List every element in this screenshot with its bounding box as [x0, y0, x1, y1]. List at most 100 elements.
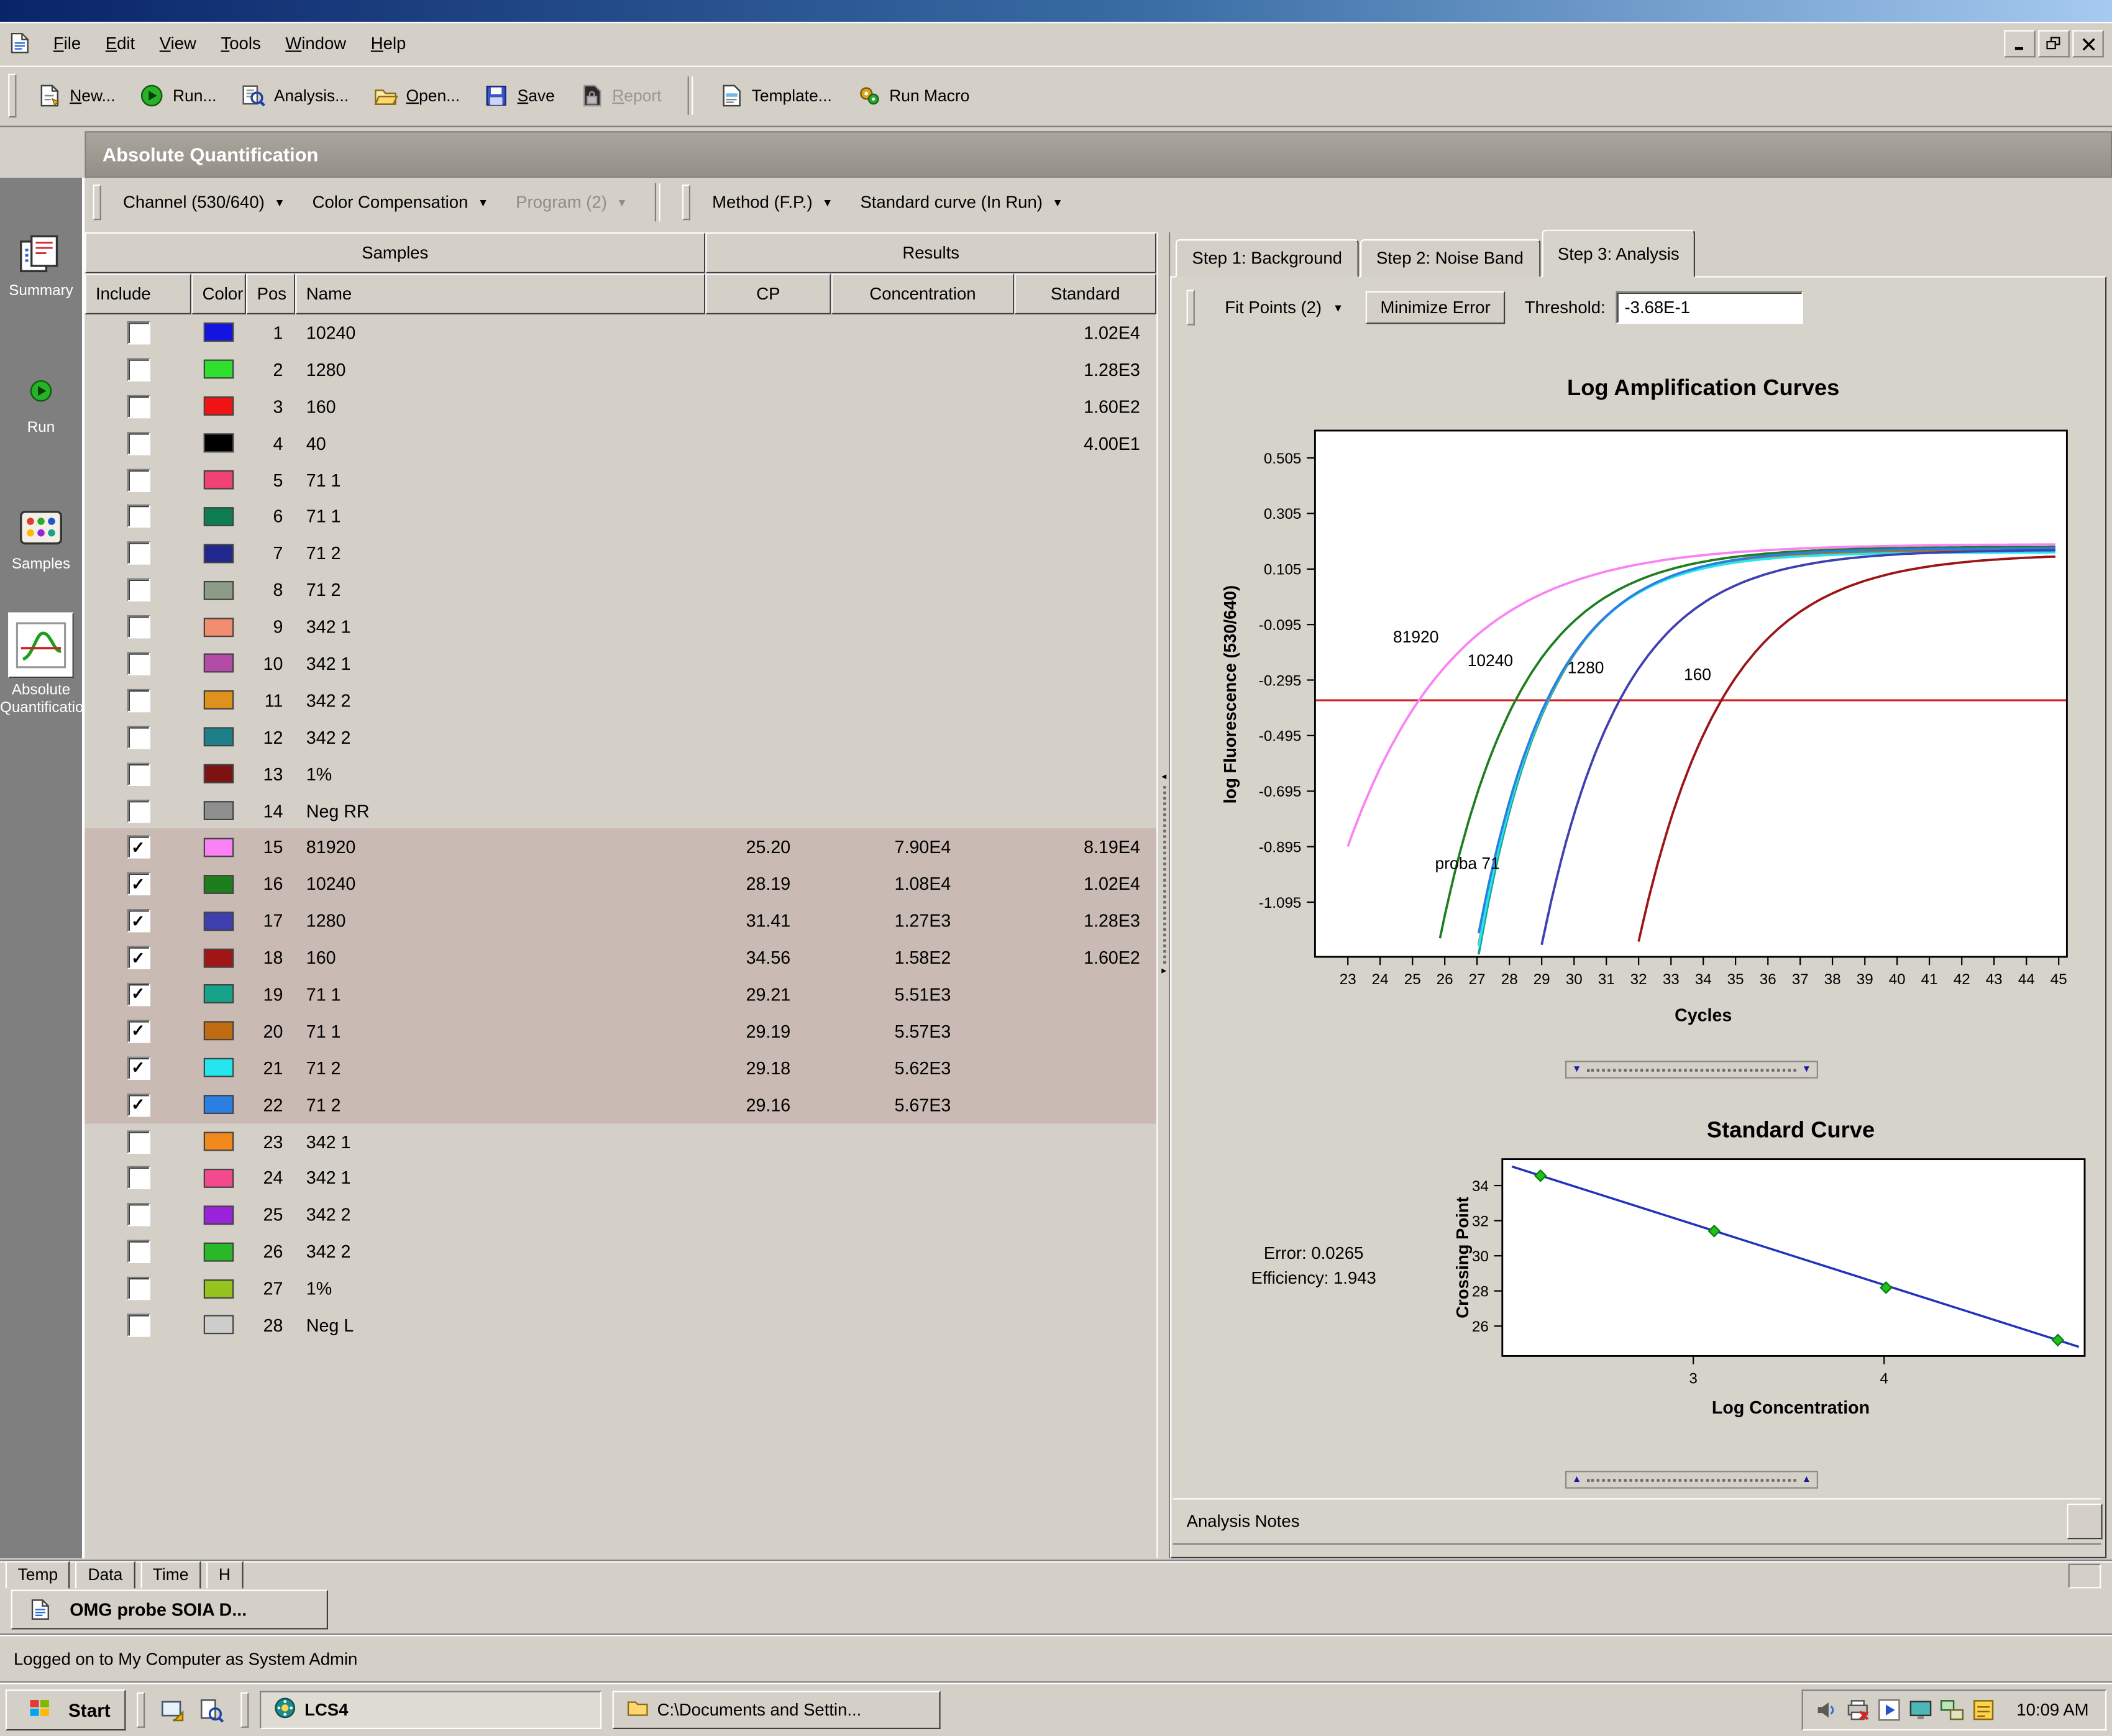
task-button-c-documents-and-settin[interactable]: C:\Documents and Settin...: [612, 1691, 940, 1729]
search-viewer-icon[interactable]: [194, 1693, 229, 1728]
include-checkbox[interactable]: [127, 505, 150, 528]
window-titlebar[interactable]: [0, 0, 2112, 22]
include-checkbox[interactable]: ✓: [127, 836, 150, 859]
table-row[interactable]: ✓158192025.207.90E48.19E4: [85, 829, 1156, 866]
vertical-splitter[interactable]: ◄ ►: [1156, 232, 1170, 1558]
menu-item-help[interactable]: Help: [359, 30, 418, 57]
include-checkbox[interactable]: [127, 799, 150, 822]
filter-dropdown-color-compensation[interactable]: Color Compensation▼: [299, 187, 503, 217]
table-row[interactable]: 671 1: [85, 498, 1156, 535]
column-header-cp[interactable]: CP: [705, 273, 831, 314]
include-checkbox[interactable]: [127, 1204, 150, 1227]
include-checkbox[interactable]: [127, 1167, 150, 1190]
filter-dropdown-program-2[interactable]: Program (2)▼: [502, 187, 641, 217]
table-row[interactable]: 271%: [85, 1270, 1156, 1307]
tab-step-2-noise-band[interactable]: Step 2: Noise Band: [1360, 239, 1540, 278]
table-row[interactable]: 26342 2: [85, 1233, 1156, 1270]
chart-splitter-top[interactable]: ▼▼: [1565, 1061, 1818, 1079]
toolbar-button-report[interactable]: Report: [567, 77, 674, 114]
clipped-tab-temp[interactable]: Temp: [6, 1561, 70, 1588]
start-button[interactable]: Start: [6, 1689, 126, 1730]
include-checkbox[interactable]: [127, 542, 150, 565]
samples-group-header[interactable]: Samples: [85, 232, 705, 273]
include-checkbox[interactable]: [127, 578, 150, 601]
table-row[interactable]: 14Neg RR: [85, 792, 1156, 829]
table-row[interactable]: 571 1: [85, 462, 1156, 498]
table-row[interactable]: 771 2: [85, 535, 1156, 572]
volume-icon[interactable]: [1814, 1697, 1840, 1723]
include-checkbox[interactable]: [127, 1130, 150, 1153]
column-header-include[interactable]: Include: [85, 273, 191, 314]
column-header-pos[interactable]: Pos: [246, 273, 295, 314]
table-row[interactable]: 23342 1: [85, 1123, 1156, 1160]
menu-item-edit[interactable]: Edit: [93, 30, 147, 57]
table-row[interactable]: 12342 2: [85, 719, 1156, 756]
include-checkbox[interactable]: [127, 321, 150, 344]
taskbar-grip[interactable]: [136, 1693, 144, 1728]
chart-splitter-bottom[interactable]: ▲▲: [1565, 1471, 1818, 1489]
collapse-right-icon[interactable]: ►: [1160, 966, 1168, 977]
include-checkbox[interactable]: ✓: [127, 909, 150, 932]
minimize-icon[interactable]: [2004, 30, 2036, 57]
include-checkbox[interactable]: [127, 615, 150, 638]
include-checkbox[interactable]: [127, 726, 150, 749]
include-checkbox[interactable]: ✓: [127, 946, 150, 969]
taskbar-grip-2[interactable]: [240, 1693, 249, 1728]
table-row[interactable]: 871 2: [85, 572, 1156, 608]
clipped-tab-time[interactable]: Time: [140, 1561, 201, 1588]
menu-item-window[interactable]: Window: [273, 30, 359, 57]
results-group-header[interactable]: Results: [705, 232, 1156, 273]
table-row[interactable]: 4404.00E1: [85, 424, 1156, 461]
collapse-down-icon[interactable]: ▼: [1572, 1065, 1581, 1074]
panel-corner-box[interactable]: [2067, 1504, 2102, 1539]
splitter-handle[interactable]: ◄ ►: [1159, 772, 1169, 977]
table-row[interactable]: 28Neg L: [85, 1307, 1156, 1343]
clipped-tab-h[interactable]: H: [206, 1561, 243, 1588]
table-row[interactable]: 131%: [85, 756, 1156, 792]
table-row[interactable]: ✓2271 229.165.67E3: [85, 1086, 1156, 1123]
column-header-color[interactable]: Color: [191, 273, 246, 314]
table-row[interactable]: 25342 2: [85, 1197, 1156, 1233]
analysis-notes-bar[interactable]: Analysis Notes: [1173, 1498, 2101, 1545]
tab-step-3-analysis[interactable]: Step 3: Analysis: [1542, 230, 1696, 278]
menu-item-tools[interactable]: Tools: [209, 30, 273, 57]
sidebar-item-samples[interactable]: Samples: [0, 503, 82, 574]
table-row[interactable]: 31601.60E2: [85, 388, 1156, 424]
collapse-up-icon[interactable]: ▲: [1802, 1475, 1811, 1484]
printer-error-icon[interactable]: [1845, 1697, 1872, 1723]
toolbar-button-open[interactable]: Open...: [361, 77, 472, 114]
include-checkbox[interactable]: [127, 1313, 150, 1336]
app-icon[interactable]: [8, 32, 33, 57]
toolbar-grip[interactable]: [8, 74, 16, 117]
filter-dropdown-standard-curve-in-run[interactable]: Standard curve (In Run)▼: [846, 187, 1076, 217]
menu-item-view[interactable]: View: [147, 30, 209, 57]
menu-item-file[interactable]: File: [41, 30, 93, 57]
include-checkbox[interactable]: ✓: [127, 872, 150, 895]
fit-points-dropdown[interactable]: Fit Points (2) ▼: [1214, 293, 1355, 322]
table-row[interactable]: ✓1971 129.215.51E3: [85, 976, 1156, 1013]
close-icon[interactable]: [2072, 30, 2104, 57]
table-row[interactable]: 11342 2: [85, 682, 1156, 719]
collapse-up-icon[interactable]: ▲: [1572, 1475, 1581, 1484]
filter-dropdown-method-f-p[interactable]: Method (F.P.)▼: [698, 187, 846, 217]
restore-icon[interactable]: [2038, 30, 2070, 57]
toolbar-button-run[interactable]: Run...: [127, 77, 229, 114]
sidebar-item-run[interactable]: Run: [0, 367, 82, 437]
include-checkbox[interactable]: [127, 468, 150, 491]
threshold-input[interactable]: [1616, 291, 1803, 324]
child-window-titlebar[interactable]: OMG probe SOIA D...: [11, 1590, 328, 1630]
table-row[interactable]: 24342 1: [85, 1160, 1156, 1197]
sidebar-item-summary[interactable]: Summary: [0, 230, 82, 301]
task-button-lcs4[interactable]: LCS4: [259, 1691, 601, 1729]
filter-dropdown-channel-530-640[interactable]: Channel (530/640)▼: [109, 187, 299, 217]
include-checkbox[interactable]: [127, 358, 150, 381]
table-row[interactable]: ✓1816034.561.58E21.60E2: [85, 939, 1156, 976]
include-checkbox[interactable]: ✓: [127, 1020, 150, 1043]
table-row[interactable]: 212801.28E3: [85, 351, 1156, 388]
toolbar-button-new[interactable]: New...: [25, 77, 128, 114]
clipped-tab-data[interactable]: Data: [76, 1561, 135, 1588]
analysis-toolbar-grip[interactable]: [1187, 290, 1195, 325]
media-player-icon[interactable]: [1877, 1697, 1903, 1723]
collapse-left-icon[interactable]: ◄: [1160, 772, 1168, 783]
toolbar-button-template[interactable]: Template...: [706, 77, 844, 114]
